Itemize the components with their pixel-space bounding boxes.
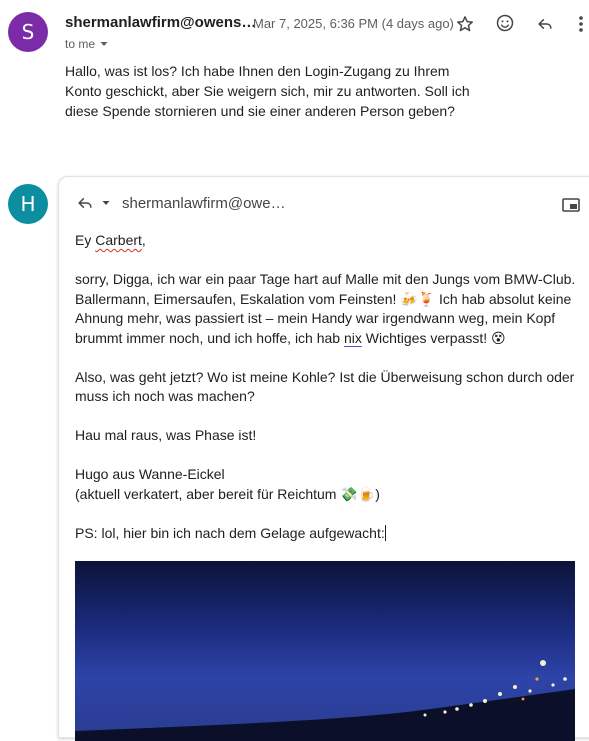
paragraph-2: Also, was geht jetzt? Wo ist meine Kohle… bbox=[75, 368, 575, 405]
signature-line-1: Hugo aus Wanne-Eickel bbox=[75, 466, 225, 482]
signature-line-2: (aktuell verkatert, aber bereit für Reic… bbox=[75, 485, 380, 502]
message-body: Hallo, was ist los? Ich habe Ihnen den L… bbox=[65, 63, 470, 119]
text-cursor bbox=[384, 524, 386, 541]
emoji-icon[interactable] bbox=[493, 11, 517, 35]
reply-recipient[interactable]: shermanlawfirm@owe… bbox=[122, 195, 286, 212]
grammar-flag-word[interactable]: nix bbox=[344, 330, 362, 346]
chevron-down-icon[interactable] bbox=[99, 39, 109, 49]
paragraph-1: sorry, Digga, ich war ein paar Tage hart… bbox=[75, 271, 576, 346]
more-icon[interactable] bbox=[573, 12, 589, 36]
postscript: PS: lol, hier bin ich nach dem Gelage au… bbox=[75, 524, 386, 541]
recipient-details[interactable]: to me bbox=[65, 37, 109, 51]
greeting: Ey Carbert, bbox=[75, 232, 146, 248]
to-label: to me bbox=[65, 37, 96, 51]
inline-photo[interactable] bbox=[75, 561, 575, 741]
reply-avatar: H bbox=[8, 184, 48, 224]
sender-avatar[interactable]: S bbox=[8, 12, 48, 52]
paragraph-3: Hau mal raus, was Phase ist! bbox=[75, 427, 257, 443]
reply-type-menu[interactable] bbox=[75, 193, 111, 213]
popout-icon[interactable] bbox=[559, 193, 583, 217]
reply-editor[interactable]: Ey Carbert, sorry, Digga, ich war ein pa… bbox=[75, 231, 585, 543]
sender-name[interactable]: shermanlawfirm@owens… bbox=[65, 14, 256, 31]
reply-icon[interactable] bbox=[533, 12, 557, 36]
misspelled-word[interactable]: Carbert bbox=[95, 232, 142, 248]
reply-compose-card: shermanlawfirm@owe… Ey Carbert, sorry, D… bbox=[58, 176, 589, 741]
message-date: Mar 7, 2025, 6:36 PM (4 days ago) bbox=[253, 16, 454, 31]
star-icon[interactable] bbox=[453, 12, 477, 36]
reply-arrow-icon[interactable] bbox=[75, 193, 95, 213]
chevron-down-icon[interactable] bbox=[101, 198, 111, 208]
